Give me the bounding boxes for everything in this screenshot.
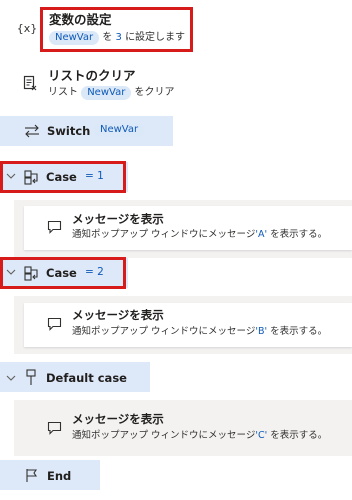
summary-text-after: に設定します bbox=[125, 32, 186, 43]
step-title-clear-list: リストのクリア bbox=[48, 68, 136, 83]
case-icon bbox=[23, 265, 39, 281]
case-2-condition: = 2 bbox=[85, 266, 104, 278]
step-set-variable[interactable]: {x} 変数の設定 NewVar を 3 に設定します bbox=[0, 0, 352, 58]
default-case-icon bbox=[24, 368, 38, 386]
step-clear-list[interactable]: リストのクリア リスト NewVar をクリア bbox=[0, 62, 352, 106]
message-value: 'A' bbox=[255, 229, 268, 240]
step-summary-clear-list: リスト NewVar をクリア bbox=[48, 86, 175, 100]
message-value: 'C' bbox=[255, 430, 268, 441]
summary-prefix: リスト bbox=[48, 87, 78, 98]
message-c-title: メッセージを表示 bbox=[72, 412, 164, 426]
desc-after: を表示する。 bbox=[270, 430, 328, 441]
step-title-set-variable: 変数の設定 bbox=[49, 12, 112, 27]
case-2-label: Case bbox=[46, 266, 77, 280]
message-icon bbox=[46, 420, 62, 436]
step-summary-set-variable: NewVar を 3 に設定します bbox=[49, 31, 185, 45]
desc-after: を表示する。 bbox=[270, 326, 328, 337]
desc-before: 通知ポップアップ ウィンドウにメッセージ bbox=[72, 430, 256, 441]
value-token: 3 bbox=[115, 32, 122, 43]
message-icon bbox=[46, 219, 62, 235]
collapse-chevron-icon[interactable] bbox=[6, 266, 16, 279]
end-label: End bbox=[47, 469, 72, 483]
switch-label: Switch bbox=[47, 124, 91, 138]
message-c-description: 通知ポップアップ ウィンドウにメッセージ'C' を表示する。 bbox=[72, 429, 327, 443]
collapse-chevron-icon[interactable] bbox=[6, 372, 16, 385]
desc-after: を表示する。 bbox=[270, 229, 328, 240]
variable-icon: {x} bbox=[16, 21, 38, 35]
variable-token: NewVar bbox=[94, 123, 145, 137]
case-1-label: Case bbox=[46, 170, 77, 184]
variable-token: NewVar bbox=[49, 31, 100, 45]
collapse-chevron-icon[interactable] bbox=[6, 170, 16, 183]
case-1-condition: = 1 bbox=[85, 170, 104, 182]
clear-list-icon bbox=[22, 74, 38, 92]
summary-text-before: を bbox=[102, 32, 113, 43]
switch-variable: NewVar bbox=[94, 123, 145, 137]
desc-before: 通知ポップアップ ウィンドウにメッセージ bbox=[72, 229, 256, 240]
message-a-title: メッセージを表示 bbox=[72, 212, 164, 226]
case-icon bbox=[23, 169, 39, 185]
message-b-description: 通知ポップアップ ウィンドウにメッセージ'B' を表示する。 bbox=[72, 325, 327, 339]
message-value: 'B' bbox=[255, 326, 268, 337]
variable-token: NewVar bbox=[81, 86, 132, 100]
default-case-label: Default case bbox=[46, 371, 127, 385]
switch-arrows-icon bbox=[24, 123, 40, 139]
summary-suffix: をクリア bbox=[134, 87, 175, 98]
message-a-description: 通知ポップアップ ウィンドウにメッセージ'A' を表示する。 bbox=[72, 228, 327, 242]
end-flag-icon bbox=[24, 467, 38, 483]
message-icon bbox=[46, 316, 62, 332]
desc-before: 通知ポップアップ ウィンドウにメッセージ bbox=[72, 326, 256, 337]
message-b-title: メッセージを表示 bbox=[72, 308, 164, 322]
